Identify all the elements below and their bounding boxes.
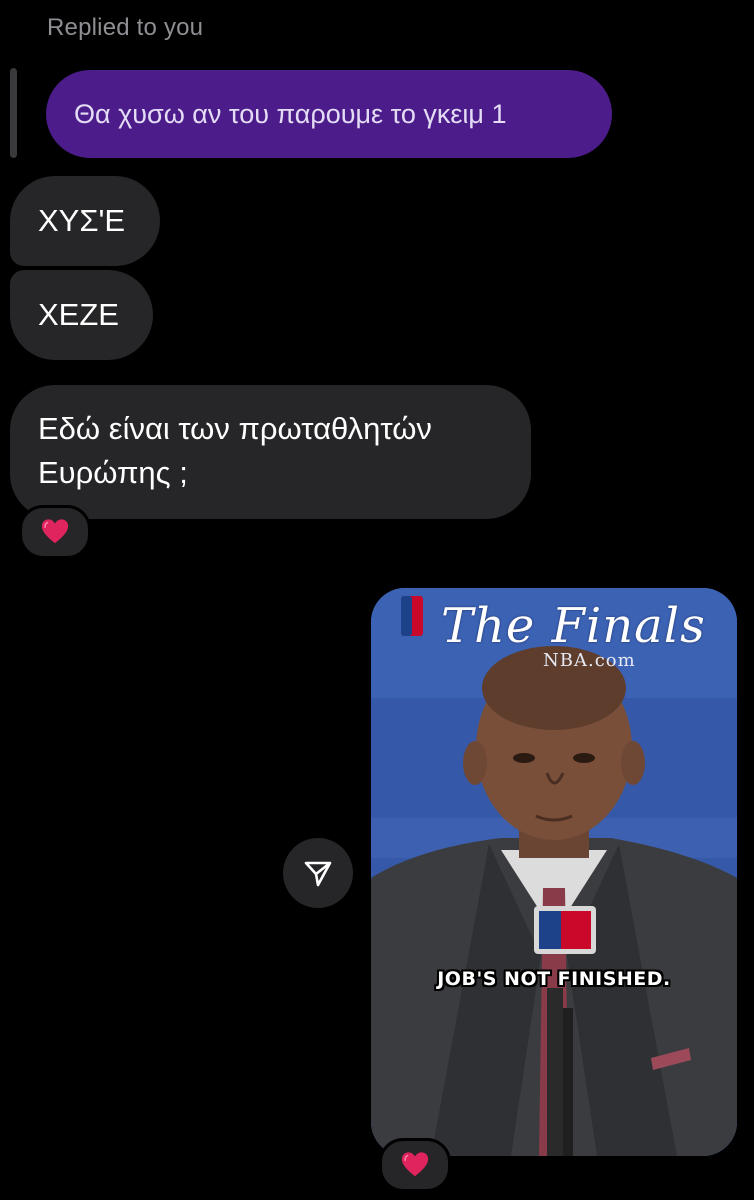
quoted-message-bubble[interactable]: Θα χυσω αν του παρουμε το γκειμ 1 <box>46 70 612 158</box>
reply-header-label: Replied to you <box>47 14 204 41</box>
message-bubble[interactable]: Εδώ είναι των πρωταθλητών Ευρώπης ; <box>10 385 531 519</box>
heart-icon <box>41 519 69 544</box>
message-bubble[interactable]: ΧΕΖΕ <box>10 270 153 360</box>
message-reaction[interactable] <box>19 505 91 559</box>
message-text-line: Εδώ είναι των πρωταθλητών <box>38 411 432 446</box>
heart-icon <box>401 1152 429 1177</box>
media-reaction[interactable] <box>379 1138 451 1192</box>
finals-logo-subtext: NBA.com <box>543 650 636 671</box>
media-message-card[interactable]: The Finals NBA.com JOB'S NOT FINISHED. <box>371 588 737 1156</box>
media-caption: JOB'S NOT FINISHED. <box>437 968 671 990</box>
share-button[interactable] <box>283 838 353 908</box>
message-text-line: Ευρώπης ; <box>38 455 188 490</box>
reply-indicator-bar <box>10 68 17 158</box>
message-bubble[interactable]: ΧΥΣ'Ε <box>10 176 160 266</box>
paper-plane-icon <box>304 861 332 887</box>
press-conference-image <box>371 588 737 1156</box>
finals-logo-text: The Finals <box>441 598 706 654</box>
